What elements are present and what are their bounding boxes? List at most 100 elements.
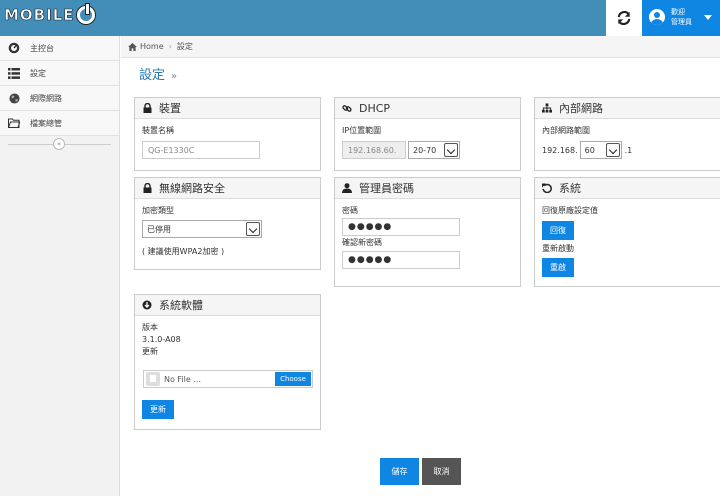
- home-icon: [128, 42, 137, 51]
- choose-file-button[interactable]: Choose: [275, 372, 311, 386]
- reboot-button[interactable]: 重啟: [542, 258, 574, 277]
- password-label: 密碼: [342, 206, 358, 215]
- cancel-button[interactable]: 取消: [422, 458, 461, 485]
- panel-body: 密碼 ●●●●● 確認新密碼 ●●●●●: [335, 199, 520, 275]
- avatar-icon: [649, 9, 665, 25]
- dhcp-panel: DHCP IP位置範圍 192.168.60. 20-70: [334, 97, 521, 171]
- lan-panel: 內部網路 內部網路範圍 192.168. 60 .1: [534, 97, 720, 171]
- restore-label: 回復原廠設定值: [542, 206, 598, 215]
- panel-header: DHCP: [335, 98, 520, 119]
- update-firmware-button[interactable]: 更新: [142, 400, 174, 419]
- logo-text: MOBILE: [4, 6, 75, 25]
- caret-down-icon: [704, 15, 712, 20]
- breadcrumb: Home › 設定: [121, 36, 720, 58]
- select-value: 60: [584, 145, 595, 155]
- firmware-panel: 系統軟體 版本 3.1.0-A08 更新 No File ... Choose …: [134, 294, 321, 430]
- encryption-hint: ( 建議使用WPA2加密 ): [142, 247, 225, 256]
- device-panel: 裝置 裝置名稱 QG-E1330C: [134, 97, 321, 171]
- panel-body: 回復原廠設定值 回復 重新啟動 重啟: [535, 199, 720, 285]
- page-title-text: 設定: [139, 68, 166, 83]
- ip-range-select[interactable]: 20-70: [408, 141, 460, 159]
- breadcrumb-separator: ›: [168, 42, 172, 51]
- lan-prefix-text: 192.168.: [542, 145, 578, 155]
- select-value: 已停用: [147, 224, 171, 234]
- sidebar-item-label: 網際網路: [30, 93, 62, 103]
- welcome-text: 歡迎: [671, 8, 685, 16]
- chevron-down-icon: [246, 222, 260, 236]
- restore-button[interactable]: 回復: [542, 221, 574, 240]
- list-icon: [8, 67, 20, 79]
- download-circle-icon: [142, 300, 152, 311]
- breadcrumb-current: 設定: [176, 42, 193, 51]
- update-label: 更新: [142, 347, 158, 356]
- user-menu[interactable]: 歡迎 管理員: [642, 0, 720, 36]
- refresh-icon: [617, 11, 631, 25]
- brand-logo[interactable]: MOBILE: [4, 3, 95, 26]
- panel-body: 內部網路範圍 192.168. 60 .1: [535, 119, 720, 165]
- sidebar-item-internet[interactable]: 網際網路: [0, 86, 119, 111]
- encryption-select[interactable]: 已停用: [142, 220, 262, 238]
- sidebar-item-label: 檔案總管: [30, 118, 62, 128]
- file-input[interactable]: No File ... Choose: [143, 370, 313, 388]
- panel-title: 內部網路: [559, 102, 603, 115]
- refresh-button[interactable]: [606, 0, 642, 36]
- panel-body: 版本 3.1.0-A08 更新 No File ... Choose 更新: [135, 316, 320, 430]
- sidebar-item-dashboard[interactable]: 主控台: [0, 36, 119, 61]
- link-icon: [342, 103, 352, 114]
- password-input[interactable]: ●●●●●: [342, 218, 460, 236]
- collapse-sidebar-button[interactable]: «: [53, 138, 65, 150]
- device-name-label: 裝置名稱: [142, 126, 174, 135]
- dashboard-icon: [8, 42, 20, 54]
- ip-range-row: 192.168.60. 20-70: [342, 141, 513, 159]
- sidebar-item-label: 設定: [30, 68, 46, 78]
- file-name-placeholder: No File ...: [164, 374, 201, 384]
- panel-title: 系統軟體: [159, 299, 203, 312]
- confirm-password-label: 確認新密碼: [342, 238, 382, 247]
- sidebar-item-label: 主控台: [30, 43, 54, 53]
- ip-range-label: IP位置範圍: [342, 126, 382, 135]
- panel-header: 系統: [535, 178, 720, 199]
- chevron-down-icon: [444, 143, 458, 157]
- lock-icon: [142, 103, 152, 114]
- panel-title: 管理員密碼: [359, 182, 414, 195]
- sidebar-collapse-row: «: [0, 136, 119, 152]
- lan-range-label: 內部網路範圍: [542, 126, 590, 135]
- wifi-security-panel: 無線網路安全 加密類型 已停用 ( 建議使用WPA2加密 ): [134, 177, 321, 270]
- breadcrumb-home-link[interactable]: Home: [140, 42, 164, 51]
- undo-icon: [542, 183, 552, 194]
- lan-subnet-select[interactable]: 60: [579, 141, 622, 159]
- ip-prefix-field: 192.168.60.: [342, 141, 406, 159]
- sitemap-icon: [542, 103, 552, 114]
- lan-suffix-text: .1: [624, 145, 633, 155]
- user-greeting: 歡迎 管理員: [671, 7, 692, 27]
- folder-icon: [8, 117, 20, 129]
- panel-title: 無線網路安全: [159, 182, 225, 195]
- select-value: 20-70: [413, 145, 437, 155]
- sidebar: 主控台 設定 網際網路 檔案總管 «: [0, 36, 120, 496]
- save-button[interactable]: 儲存: [380, 458, 419, 485]
- chevron-right-icon: »: [171, 71, 178, 82]
- encryption-label: 加密類型: [142, 206, 174, 215]
- user-icon: [342, 183, 352, 194]
- sidebar-item-settings[interactable]: 設定: [0, 61, 119, 86]
- panel-title: 裝置: [159, 102, 181, 115]
- panel-header: 系統軟體: [135, 295, 320, 316]
- version-value: 3.1.0-A08: [142, 335, 181, 344]
- chevron-down-icon: [605, 143, 620, 157]
- user-name: 管理員: [671, 18, 692, 26]
- panel-title: 系統: [559, 182, 581, 195]
- panel-header: 內部網路: [535, 98, 720, 119]
- device-name-input[interactable]: QG-E1330C: [142, 141, 260, 159]
- panel-header: 裝置: [135, 98, 320, 119]
- system-panel: 系統 回復原廠設定值 回復 重新啟動 重啟: [534, 177, 720, 287]
- confirm-password-input[interactable]: ●●●●●: [342, 251, 460, 269]
- file-icon: [146, 372, 160, 386]
- admin-password-panel: 管理員密碼 密碼 ●●●●● 確認新密碼 ●●●●●: [334, 177, 521, 287]
- panel-body: 裝置名稱 QG-E1330C: [135, 119, 320, 165]
- logo-ring-icon: [76, 3, 95, 24]
- panel-body: 加密類型 已停用 ( 建議使用WPA2加密 ): [135, 199, 320, 263]
- version-label: 版本: [142, 323, 158, 332]
- panel-header: 管理員密碼: [335, 178, 520, 199]
- lan-range-row: 192.168. 60 .1: [542, 141, 716, 159]
- sidebar-item-file-manager[interactable]: 檔案總管: [0, 111, 119, 136]
